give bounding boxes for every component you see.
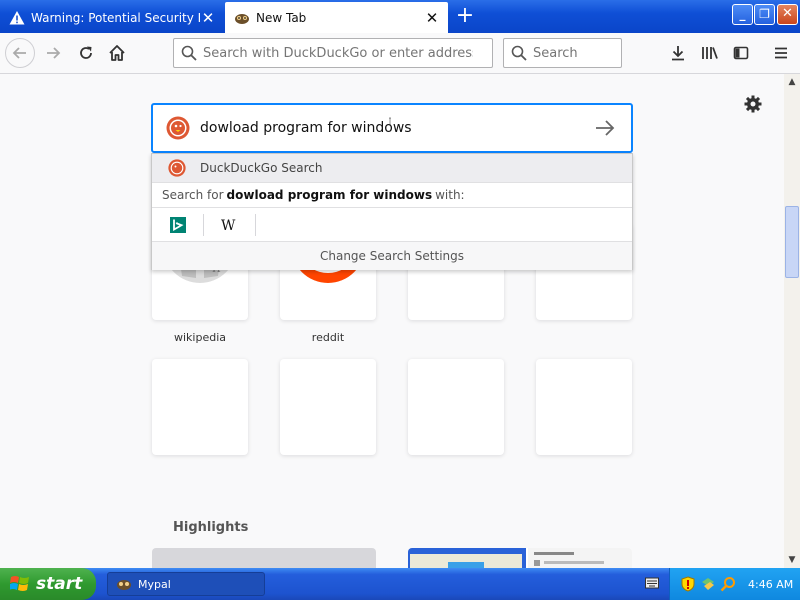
bing-icon (169, 216, 186, 233)
search-icon[interactable] (720, 576, 736, 592)
address-bar[interactable] (173, 38, 493, 68)
duckduckgo-icon (166, 116, 190, 140)
clock: 4:46 AM (748, 577, 794, 591)
wikipedia-icon: W (221, 218, 236, 232)
home-button[interactable] (102, 38, 132, 68)
gear-icon[interactable] (743, 94, 763, 114)
one-off-engines-row: W (152, 208, 632, 242)
top-site-tile-empty[interactable] (152, 359, 248, 455)
new-tab-button[interactable]: + (452, 4, 478, 30)
windows-logo-icon (10, 576, 29, 591)
new-tab-page: Ω И wikipedia reddit Highlights (0, 74, 784, 568)
tab-new-tab[interactable]: New Tab ✕ (225, 2, 448, 33)
arrow-right-icon (47, 47, 61, 59)
reload-button[interactable] (71, 38, 101, 68)
duckduckgo-icon (168, 159, 186, 177)
tab-close-icon[interactable]: ✕ (200, 10, 216, 26)
sidebar-button[interactable] (726, 38, 756, 68)
tab-title: New Tab (256, 10, 307, 25)
home-icon (109, 45, 125, 61)
highlight-card[interactable] (408, 548, 632, 568)
search-bar[interactable] (503, 38, 622, 68)
top-site-label: reddit (311, 331, 345, 344)
search-icon (181, 45, 197, 61)
mypal-icon (235, 13, 249, 24)
tab-close-icon[interactable]: ✕ (424, 10, 440, 26)
mypal-icon (117, 580, 131, 590)
keyboard-icon[interactable] (645, 577, 659, 589)
taskbar: start Mypal 4:46 AM (0, 568, 800, 600)
library-icon (702, 47, 718, 59)
top-site-tile-empty[interactable] (536, 359, 632, 455)
start-label: start (36, 574, 83, 594)
system-tray: 4:46 AM (669, 568, 800, 600)
change-search-settings-button[interactable]: Change Search Settings (152, 242, 632, 270)
scroll-up-arrow-icon[interactable]: ▲ (784, 74, 800, 90)
search-for-query: dowload program for windows (226, 188, 433, 202)
close-button[interactable]: ✕ (777, 4, 798, 25)
highlights-heading: Highlights (173, 520, 249, 535)
tab-security-warning[interactable]: Warning: Potential Security Risk A ✕ (0, 2, 224, 33)
scroll-down-arrow-icon[interactable]: ▼ (784, 552, 800, 568)
scroll-thumb[interactable] (785, 206, 799, 278)
search-for-with-row: Search for dowload program for windows w… (152, 182, 632, 208)
security-shield-icon[interactable] (680, 576, 696, 592)
back-button[interactable] (5, 38, 35, 68)
engine-wikipedia-button[interactable]: W (204, 213, 256, 236)
reload-icon (80, 46, 92, 59)
search-for-prefix: Search for (162, 188, 224, 202)
address-input[interactable] (203, 45, 473, 61)
engine-bing-button[interactable] (152, 213, 204, 236)
downloads-button[interactable] (663, 38, 693, 68)
top-site-label: wikipedia (173, 331, 226, 344)
navigation-toolbar (0, 33, 800, 74)
highlight-card[interactable] (152, 548, 376, 568)
top-site-tile-empty[interactable] (408, 359, 504, 455)
download-icon (672, 46, 684, 61)
title-bar: Warning: Potential Security Risk A ✕ New… (0, 0, 800, 33)
warning-icon (9, 10, 25, 24)
minimize-button[interactable]: _ (732, 4, 753, 25)
taskbar-item-mypal[interactable]: Mypal (107, 572, 265, 596)
search-query-text: dowload program for windows (200, 120, 412, 136)
sidebar-icon (733, 46, 749, 60)
vertical-scrollbar[interactable]: ▲ ▼ (784, 74, 800, 568)
search-suggestions-dropdown: DuckDuckGo Search Search for dowload pro… (151, 153, 633, 270)
highlight-thumbnail (408, 548, 632, 568)
svg-text:W: W (221, 218, 236, 232)
text-cursor-icon (389, 117, 391, 126)
search-for-suffix: with: (435, 188, 465, 202)
search-icon (511, 45, 527, 61)
hamburger-menu-icon (775, 47, 787, 59)
forward-button[interactable] (38, 38, 68, 68)
arrow-left-icon (12, 47, 26, 59)
maximize-button[interactable]: ❐ (754, 4, 775, 25)
menu-button[interactable] (766, 38, 796, 68)
engine-label: DuckDuckGo Search (200, 161, 323, 175)
tab-title: Warning: Potential Security Risk A (31, 10, 200, 25)
start-button[interactable]: start (0, 568, 96, 600)
taskbar-item-label: Mypal (138, 577, 171, 591)
newtab-search-box[interactable]: dowload program for windows (151, 103, 633, 153)
suggestion-engine-row[interactable]: DuckDuckGo Search (152, 154, 632, 182)
top-site-tile-empty[interactable] (280, 359, 376, 455)
library-button[interactable] (695, 38, 725, 68)
search-input[interactable] (533, 45, 613, 61)
network-icon[interactable] (700, 576, 716, 592)
arrow-right-icon[interactable] (593, 119, 617, 137)
